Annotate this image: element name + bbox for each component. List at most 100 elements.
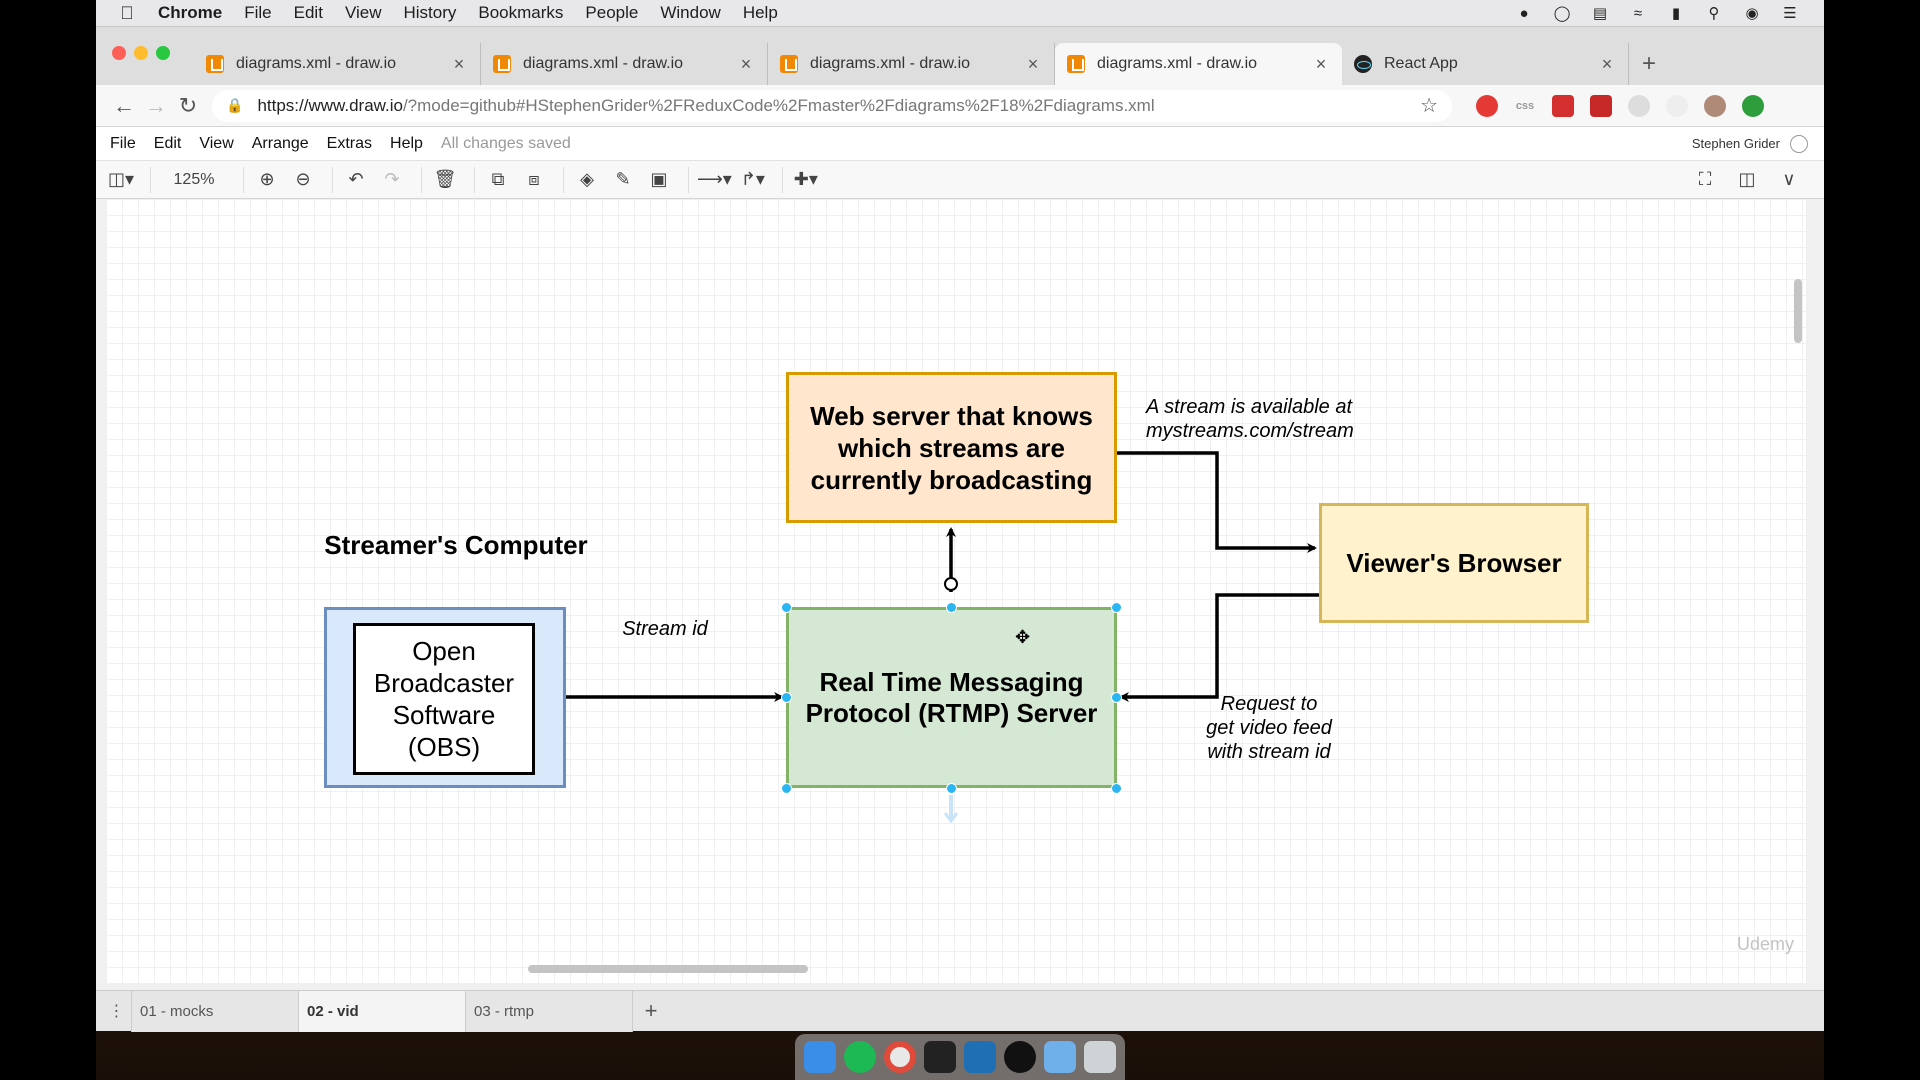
to-front-icon[interactable]: ⧉ (483, 166, 513, 194)
browser-tab[interactable]: diagrams.xml - draw.io × (768, 43, 1055, 85)
docker-icon[interactable]: ▤ (1590, 4, 1610, 22)
obs-app-icon[interactable] (1004, 1041, 1036, 1073)
minimize-window-button[interactable] (134, 46, 148, 60)
update-icon[interactable] (1742, 94, 1764, 117)
zoom-in-icon[interactable]: ⊕ (252, 166, 282, 194)
resize-handle-e[interactable] (1111, 692, 1122, 703)
resize-handle-se[interactable] (1111, 783, 1122, 794)
shield-extension-icon[interactable] (1590, 94, 1612, 117)
insert-icon[interactable]: ✚▾ (791, 166, 821, 194)
vertical-scrollbar[interactable] (1794, 279, 1802, 343)
lastpass-extension-icon[interactable] (1552, 94, 1574, 117)
menu-window[interactable]: Window (660, 3, 720, 23)
url-field[interactable]: 🔒 https://www.draw.io/?mode=github#HStep… (212, 89, 1452, 122)
wifi-icon[interactable]: ≈ (1628, 4, 1648, 22)
spotify-icon[interactable] (844, 1041, 876, 1073)
extension-icon[interactable] (1628, 94, 1650, 117)
to-back-icon[interactable]: ⧈ (519, 166, 549, 194)
edge-label-stream-available[interactable]: A stream is available at mystreams.com/s… (1146, 395, 1386, 443)
glasses-icon[interactable]: ◯ (1552, 4, 1572, 22)
css-extension-icon[interactable]: css (1514, 95, 1536, 117)
resize-handle-sw[interactable] (781, 783, 792, 794)
browser-tab[interactable]: diagrams.xml - draw.io × (481, 43, 768, 85)
siri-icon[interactable]: ◉ (1742, 4, 1762, 22)
streamer-computer-title[interactable]: Streamer's Computer (311, 530, 601, 561)
spotlight-search-icon[interactable]: ⚲ (1704, 4, 1724, 22)
edge-label-stream-id[interactable]: Stream id (615, 617, 715, 641)
close-tab-icon[interactable]: × (450, 54, 468, 75)
close-tab-icon[interactable]: × (1312, 54, 1330, 75)
obs-node[interactable]: Open Broadcaster Software (OBS) (353, 623, 535, 775)
finder-icon[interactable] (804, 1041, 836, 1073)
collapse-toolbar-icon[interactable]: ∨ (1774, 166, 1804, 194)
menu-file[interactable]: File (244, 3, 271, 23)
delete-icon[interactable]: 🗑 (430, 166, 460, 194)
vscode-icon[interactable] (964, 1041, 996, 1073)
add-page-button[interactable]: + (633, 991, 669, 1032)
menu-history[interactable]: History (403, 3, 456, 23)
line-color-icon[interactable]: ✎ (608, 166, 638, 194)
viewers-browser-node[interactable]: Viewer's Browser (1319, 503, 1589, 623)
drawio-menu-edit[interactable]: Edit (154, 135, 182, 153)
zoom-window-button[interactable] (156, 46, 170, 60)
folder-icon[interactable] (1044, 1041, 1076, 1073)
shadow-icon[interactable]: ▣ (644, 166, 674, 194)
drawio-menu-view[interactable]: View (199, 135, 233, 153)
close-tab-icon[interactable]: × (1024, 54, 1042, 75)
close-tab-icon[interactable]: × (1598, 54, 1616, 75)
language-globe-icon[interactable] (1790, 134, 1808, 153)
notification-center-icon[interactable]: ☰ (1780, 4, 1800, 22)
drawio-menu-help[interactable]: Help (390, 135, 423, 153)
close-tab-icon[interactable]: × (737, 54, 755, 75)
pages-menu-icon[interactable]: ⋮ (102, 990, 132, 1032)
menu-bookmarks[interactable]: Bookmarks (478, 3, 563, 23)
user-menu[interactable]: Stephen Grider (1692, 136, 1780, 151)
zoom-level-dropdown[interactable]: 125% (159, 166, 229, 194)
fill-color-icon[interactable]: ◈ (572, 166, 602, 194)
menu-people[interactable]: People (585, 3, 638, 23)
ublock-extension-icon[interactable] (1476, 94, 1498, 117)
resize-handle-w[interactable] (781, 692, 792, 703)
profile-avatar[interactable] (1704, 94, 1726, 117)
diagram-canvas[interactable]: Streamer's Computer Open Broadcaster Sof… (106, 199, 1806, 983)
undo-icon[interactable]: ↶ (341, 166, 371, 194)
resize-handle-nw[interactable] (781, 602, 792, 613)
back-icon[interactable]: ← (108, 90, 140, 122)
browser-tab[interactable]: React App × (1342, 43, 1629, 85)
extension-icon[interactable] (1666, 94, 1688, 117)
web-server-node[interactable]: Web server that knows which streams are … (786, 372, 1117, 523)
browser-tab-active[interactable]: diagrams.xml - draw.io × (1055, 43, 1342, 85)
resize-handle-ne[interactable] (1111, 602, 1122, 613)
connection-style-icon[interactable]: ⟶▾ (697, 166, 732, 194)
format-panel-icon[interactable]: ◫ (1732, 166, 1762, 194)
menu-edit[interactable]: Edit (294, 3, 323, 23)
page-tab-rtmp[interactable]: 03 - rtmp (466, 990, 633, 1032)
redo-icon[interactable]: ↷ (377, 166, 407, 194)
chrome-icon[interactable] (884, 1041, 916, 1073)
close-window-button[interactable] (112, 46, 126, 60)
new-tab-button[interactable]: + (1629, 43, 1669, 85)
drawio-menu-extras[interactable]: Extras (327, 135, 372, 153)
battery-icon[interactable]: ▮ (1666, 4, 1686, 22)
rtmp-server-node[interactable]: Real Time Messaging Protocol (RTMP) Serv… (786, 607, 1117, 788)
menu-help[interactable]: Help (743, 3, 778, 23)
edge-label-request-video[interactable]: Request to get video feed with stream id (1204, 692, 1334, 764)
forward-icon[interactable]: → (140, 90, 172, 122)
resize-handle-n[interactable] (946, 602, 957, 613)
reload-icon[interactable]: ↻ (172, 90, 204, 122)
menu-chrome[interactable]: Chrome (158, 3, 222, 23)
waypoints-icon[interactable]: ↱▾ (738, 166, 768, 194)
resize-handle-s[interactable] (946, 783, 957, 794)
bookmark-star-icon[interactable]: ☆ (1420, 93, 1438, 118)
obs-status-icon[interactable]: ● (1514, 4, 1534, 22)
apple-icon[interactable]:  (116, 2, 138, 24)
drawio-menu-file[interactable]: File (110, 135, 136, 153)
browser-tab[interactable]: diagrams.xml - draw.io × (194, 43, 481, 85)
terminal-icon[interactable] (924, 1041, 956, 1073)
format-panel-toggle-icon[interactable]: ◫▾ (106, 166, 136, 194)
page-tab-vid[interactable]: 02 - vid (299, 990, 466, 1032)
menu-view[interactable]: View (345, 3, 382, 23)
drawio-menu-arrange[interactable]: Arrange (252, 135, 309, 153)
fullscreen-icon[interactable]: ⛶ (1690, 166, 1720, 194)
page-tab-mocks[interactable]: 01 - mocks (132, 990, 299, 1032)
